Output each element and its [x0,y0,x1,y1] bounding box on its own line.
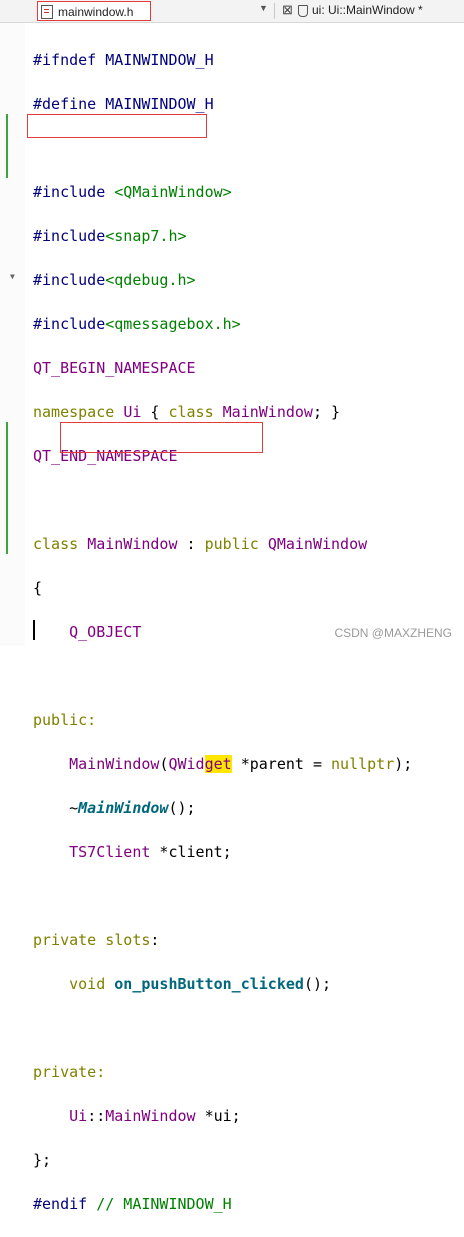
code-line[interactable] [33,1017,412,1039]
code-line[interactable]: public: [33,709,412,731]
code-token: ); [394,755,413,773]
code-token: #endif [33,1195,88,1213]
code-token: Ui [123,403,142,421]
annotation-box-include [27,114,207,138]
code-line[interactable]: { [33,577,412,599]
code-line[interactable] [33,885,412,907]
code-line[interactable]: #include <QMainWindow> [33,181,412,203]
code-token: *parent = [231,755,332,773]
code-token: Q_OBJECT [69,623,142,641]
code-line[interactable]: class MainWindow : public QMainWindow [33,533,412,555]
code-token: on_pushButton_clicked [114,975,304,993]
code-line[interactable]: void on_pushButton_clicked(); [33,973,412,995]
watermark: CSDN @MAXZHENG [334,626,452,640]
code-line[interactable]: private: [33,1061,412,1083]
code-token: <QMainWindow> [114,183,232,201]
code-token: #include [33,315,106,333]
code-token: ~ [69,799,79,817]
code-line[interactable]: namespace Ui { class MainWindow; } [33,401,412,423]
code-line[interactable]: #include<qdebug.h> [33,269,412,291]
code-token: ( [159,755,169,773]
code-token: MainWindow [69,755,160,773]
class-member-icon [298,4,308,17]
code-token: private: [33,1063,106,1081]
code-token: #include [33,183,106,201]
code-line[interactable]: TS7Client *client; [33,841,412,863]
close-icon[interactable]: ⊠ [282,2,293,18]
code-line[interactable]: #define MAINWINDOW_H [33,93,412,115]
chevron-down-icon[interactable]: ▼ [259,3,268,13]
code-token: TS7Client [69,843,151,861]
code-token: void [69,975,106,993]
code-line[interactable]: private slots: [33,929,412,951]
code-token: #include [33,271,106,289]
code-token: public: [33,711,97,729]
code-line[interactable]: #ifndef MAINWINDOW_H [33,49,412,71]
code-line[interactable]: ~MainWindow(); [33,797,412,819]
code-line[interactable] [33,137,412,159]
code-token: MainWindow [222,403,313,421]
code-token: }; [33,1151,52,1169]
fold-marker-icon[interactable]: ▼ [10,272,15,281]
code-token: MainWindow [87,535,178,553]
code-token: (); [168,799,196,817]
change-marker [6,422,8,554]
code-token: <qmessagebox.h> [105,315,241,333]
code-token: : [186,535,196,553]
code-token: : [150,931,160,949]
code-line[interactable] [33,489,412,511]
tab-label: mainwindow.h [58,5,134,19]
code-token: *client; [150,843,232,861]
annotation-box-client [60,422,263,453]
code-token: class [168,403,214,421]
search-highlight: get [204,755,232,773]
code-line[interactable]: }; [33,1149,412,1171]
code-line[interactable] [33,665,412,687]
code-token: <qdebug.h> [105,271,196,289]
code-token: // MAINWINDOW_H [96,1195,232,1213]
header-file-icon [41,5,53,19]
code-token: namespace [33,403,115,421]
code-token: nullptr [331,755,395,773]
tab-separator [274,3,275,19]
code-line[interactable]: MainWindow(QWidget *parent = nullptr); [33,753,412,775]
editor-gutter [0,23,25,646]
code-token: <snap7.h> [105,227,187,245]
code-line[interactable]: #endif // MAINWINDOW_H [33,1193,412,1215]
code-token: ; } [312,403,341,421]
tab-mainwindow-h[interactable]: mainwindow.h [37,1,151,21]
editor-tab-bar: mainwindow.h ▼ ⊠ ui: Ui::MainWindow * [0,0,464,23]
text-cursor [33,620,35,640]
code-token: QMainWindow [267,535,368,553]
code-token: #ifndef MAINWINDOW_H [33,51,214,69]
code-token: { [150,403,160,421]
code-line[interactable]: #include<snap7.h> [33,225,412,247]
code-token: public [204,535,259,553]
code-token: Ui [69,1107,88,1125]
code-token: (); [303,975,332,993]
code-token: #define MAINWINDOW_H [33,95,214,113]
symbol-context-label: ui: Ui::MainWindow * [312,3,423,17]
change-marker [6,114,8,178]
code-token: QWid [168,755,205,773]
code-token: class [33,535,79,553]
code-token: :: [87,1107,106,1125]
code-token: QT_BEGIN_NAMESPACE [33,359,196,377]
code-line[interactable]: QT_BEGIN_NAMESPACE [33,357,412,379]
code-line[interactable]: #include<qmessagebox.h> [33,313,412,335]
code-token: { [33,579,43,597]
code-token: *ui; [195,1107,241,1125]
symbol-context-selector[interactable]: ui: Ui::MainWindow * [298,3,423,17]
code-token: MainWindow [78,799,169,817]
code-line[interactable]: Ui::MainWindow *ui; [33,1105,412,1127]
code-token: MainWindow [105,1107,196,1125]
code-token: #include [33,227,106,245]
code-token: private slots [33,931,151,949]
